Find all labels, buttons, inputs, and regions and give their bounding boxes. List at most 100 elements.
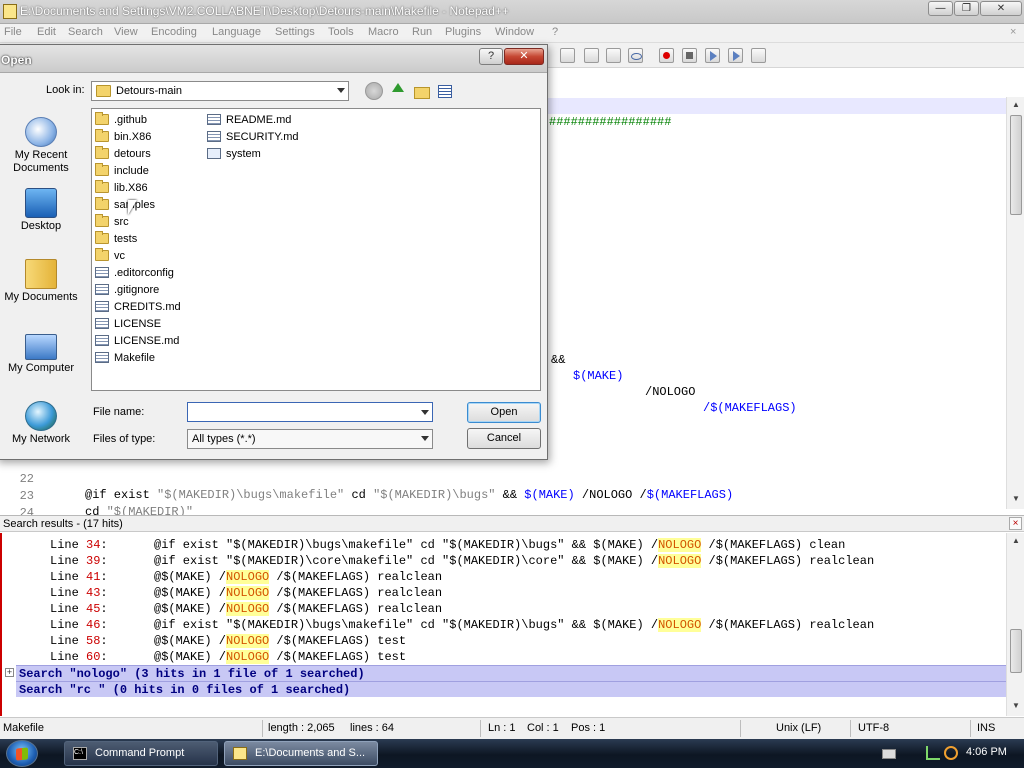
scroll-down-icon[interactable]: ▼ bbox=[1010, 493, 1022, 505]
windows-logo-icon bbox=[16, 747, 28, 761]
code-nologo: /NOLOGO bbox=[645, 385, 696, 399]
menu-file[interactable]: File bbox=[4, 26, 22, 38]
open-button[interactable]: Open bbox=[467, 402, 541, 423]
menu-view[interactable]: View bbox=[114, 26, 138, 38]
place-my-documents[interactable]: My Documents bbox=[1, 259, 81, 304]
menu-help[interactable]: ? bbox=[552, 26, 558, 38]
file-name-input[interactable] bbox=[187, 402, 433, 422]
recent-documents-icon bbox=[25, 117, 57, 147]
menu-plugins[interactable]: Plugins bbox=[445, 26, 481, 38]
status-position: Pos : 1 bbox=[571, 722, 606, 734]
folder-workspace-icon[interactable] bbox=[584, 48, 599, 63]
taskbar-command-prompt[interactable]: C:\ Command Prompt bbox=[64, 741, 218, 766]
menu-macro[interactable]: Macro bbox=[368, 26, 399, 38]
search-result-row[interactable]: Line 34: @if exist "$(MAKEDIR)\bugs\makef… bbox=[2, 537, 1006, 553]
cancel-button[interactable]: Cancel bbox=[467, 428, 541, 449]
status-lines: lines : 64 bbox=[350, 722, 395, 734]
status-column: Col : 1 bbox=[527, 722, 559, 734]
folder-icon bbox=[95, 180, 109, 193]
folder-icon bbox=[95, 197, 109, 210]
search-result-row[interactable]: Line 60: @$(MAKE) /NOLOGO /$(MAKEFLAGS) t… bbox=[2, 649, 1006, 665]
run-macro-multiple-icon[interactable] bbox=[728, 48, 743, 63]
search-result-row[interactable]: Line 45: @$(MAKE) /NOLOGO /$(MAKEFLAGS) r… bbox=[2, 601, 1006, 617]
file-icon bbox=[207, 114, 221, 125]
maximize-button[interactable]: ❐ bbox=[954, 1, 979, 16]
editor-line[interactable]: 24 bbox=[0, 489, 1006, 520]
menu-edit[interactable]: Edit bbox=[37, 26, 56, 38]
function-list-icon[interactable] bbox=[560, 48, 575, 63]
search-summary-row[interactable]: Search "nologo" (3 hits in 1 file of 1 s… bbox=[16, 665, 1006, 681]
menu-run[interactable]: Run bbox=[412, 26, 432, 38]
place-my-recent-documents[interactable]: My Recent Documents bbox=[1, 117, 81, 175]
taskbar-notepad-plus-plus[interactable]: E:\Documents and S... bbox=[224, 741, 378, 766]
status-encoding[interactable]: UTF-8 bbox=[858, 722, 889, 734]
my-documents-icon bbox=[25, 259, 57, 289]
scroll-thumb[interactable] bbox=[1010, 115, 1022, 215]
record-macro-icon[interactable] bbox=[659, 48, 674, 63]
save-macro-icon[interactable] bbox=[751, 48, 766, 63]
file-type-dropdown[interactable]: All types (*.*) bbox=[187, 429, 433, 449]
file-icon bbox=[95, 267, 109, 278]
file-name-label: File name: bbox=[93, 406, 145, 418]
place-my-computer[interactable]: My Computer bbox=[1, 334, 81, 375]
keyboard-icon[interactable] bbox=[882, 749, 896, 759]
search-results-list: Line 34: @if exist "$(MAKEDIR)\bugs\makef… bbox=[0, 533, 1006, 716]
menu-settings[interactable]: Settings bbox=[275, 26, 315, 38]
menu-tools[interactable]: Tools bbox=[328, 26, 354, 38]
search-result-row[interactable]: Line 46: @if exist "$(MAKEDIR)\bugs\makef… bbox=[2, 617, 1006, 633]
editor-line[interactable]: 23 cd "$(MAKEDIR)" bbox=[0, 472, 1006, 519]
place-my-network[interactable]: My Network bbox=[1, 401, 81, 446]
expand-toggle-icon[interactable]: + bbox=[5, 668, 14, 677]
search-results-scrollbar[interactable]: ▲ ▼ bbox=[1006, 533, 1024, 716]
menu-language[interactable]: Language bbox=[212, 26, 261, 38]
status-separator bbox=[480, 720, 481, 737]
scroll-down-icon[interactable]: ▼ bbox=[1010, 700, 1022, 712]
document-map-icon[interactable] bbox=[606, 48, 621, 63]
new-folder-icon[interactable] bbox=[413, 82, 431, 100]
network-icon[interactable] bbox=[926, 746, 940, 760]
up-folder-icon[interactable] bbox=[389, 82, 407, 100]
look-in-dropdown[interactable]: Detours-main bbox=[91, 81, 349, 101]
close-panel-icon[interactable]: × bbox=[1009, 517, 1022, 530]
search-summary-row[interactable]: Search "rc " (0 hits in 0 files of 1 sea… bbox=[16, 681, 1006, 697]
search-result-row[interactable]: Line 41: @$(MAKE) /NOLOGO /$(MAKEFLAGS) r… bbox=[2, 569, 1006, 585]
menu-encoding[interactable]: Encoding bbox=[151, 26, 197, 38]
menu-window[interactable]: Window bbox=[495, 26, 534, 38]
status-eol[interactable]: Unix (LF) bbox=[776, 722, 821, 734]
file-icon bbox=[95, 352, 109, 363]
scroll-up-icon[interactable]: ▲ bbox=[1010, 535, 1022, 547]
menu-search[interactable]: Search bbox=[68, 26, 103, 38]
playback-macro-icon[interactable] bbox=[705, 48, 720, 63]
file-icon bbox=[95, 318, 109, 329]
file-list[interactable]: .github bin.X86 detours include lib.X86 … bbox=[91, 108, 541, 391]
chevron-down-icon[interactable] bbox=[421, 410, 429, 415]
look-in-label: Look in: bbox=[46, 84, 85, 96]
status-separator bbox=[970, 720, 971, 737]
close-document-icon[interactable]: × bbox=[1010, 26, 1016, 38]
clock[interactable]: 4:06 PM bbox=[966, 746, 1007, 758]
place-desktop[interactable]: Desktop bbox=[1, 188, 81, 233]
status-separator bbox=[850, 720, 851, 737]
taskbar: C:\ Command Prompt E:\Documents and S...… bbox=[0, 739, 1024, 768]
monitoring-eye-icon[interactable] bbox=[628, 48, 643, 63]
close-button[interactable]: ✕ bbox=[980, 1, 1022, 16]
code-op: && bbox=[551, 353, 566, 367]
minimize-button[interactable]: — bbox=[928, 1, 953, 16]
dialog-close-button[interactable]: ✕ bbox=[504, 48, 544, 65]
folder-icon bbox=[95, 146, 109, 159]
search-result-row[interactable]: Line 43: @$(MAKE) /NOLOGO /$(MAKEFLAGS) r… bbox=[2, 585, 1006, 601]
search-result-row[interactable]: Line 39: @if exist "$(MAKEDIR)\core\makef… bbox=[2, 553, 1006, 569]
stop-recording-icon[interactable] bbox=[682, 48, 697, 63]
file-icon bbox=[95, 284, 109, 295]
editor-scrollbar[interactable]: ▲ ▼ bbox=[1006, 97, 1024, 509]
chevron-down-icon bbox=[337, 88, 345, 93]
scroll-thumb[interactable] bbox=[1010, 629, 1022, 673]
scroll-up-icon[interactable]: ▲ bbox=[1010, 99, 1022, 111]
search-icon[interactable] bbox=[944, 746, 958, 760]
command-prompt-icon: C:\ bbox=[73, 747, 87, 760]
start-button[interactable] bbox=[6, 740, 38, 767]
search-result-row[interactable]: Line 58: @$(MAKE) /NOLOGO /$(MAKEFLAGS) t… bbox=[2, 633, 1006, 649]
view-menu-icon[interactable] bbox=[437, 82, 461, 100]
back-icon[interactable] bbox=[365, 82, 383, 100]
help-button[interactable]: ? bbox=[479, 48, 503, 65]
